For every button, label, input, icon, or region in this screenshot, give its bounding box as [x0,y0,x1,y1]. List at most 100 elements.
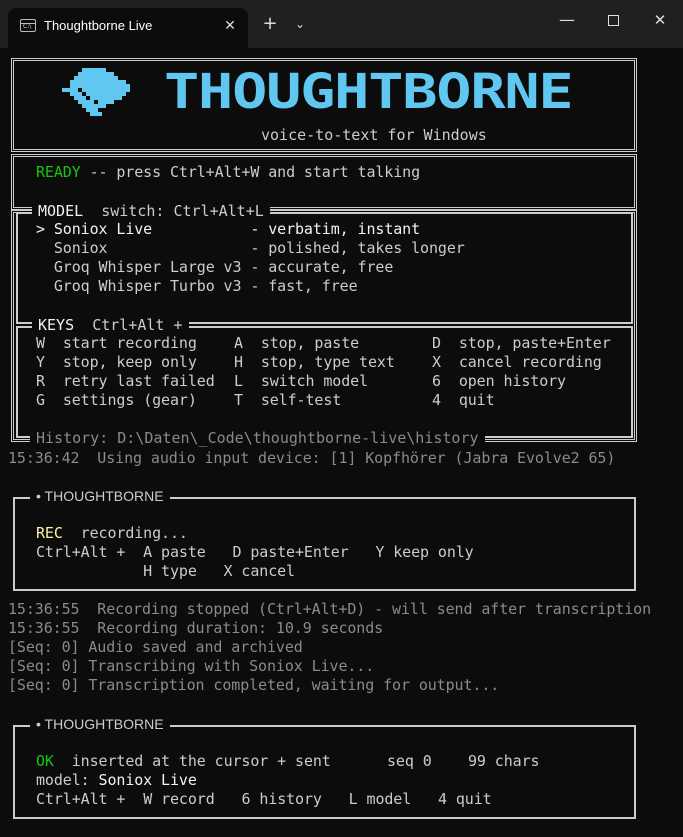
keys-title: KEYS [38,316,75,334]
log-line: 15:36:55 Recording duration: 10.9 second… [8,619,384,637]
ok-shortcut-action: record [161,790,215,808]
model-option-desc: - verbatim, instant [241,220,421,238]
rec-message: recording... [80,524,188,542]
key-binding: D stop, paste+Enter [432,334,611,353]
model-title: MODEL [38,202,84,220]
model-option[interactable]: > Soniox Live - verbatim, instant [36,220,420,239]
log-line: 15:36:55 Recording stopped (Ctrl+Alt+D) … [8,600,652,618]
key-action: stop, type text [260,353,395,371]
history-path: History: D:\Daten\_Code\thoughtborne-liv… [30,429,485,448]
ok-chars: 99 chars [468,752,540,770]
ok-status-line: OK inserted at the cursor + sent [36,752,331,771]
key-action: stop, paste [260,334,360,352]
model-option[interactable]: Soniox - polished, takes longer [36,239,465,258]
model-option-desc: - fast, free [241,277,358,295]
rec-shortcuts-line1: Ctrl+Alt + A paste D paste+Enter Y keep … [36,543,474,561]
ok-shortcut-action: history [259,790,322,808]
tab-close-icon[interactable]: ✕ [220,16,240,36]
ok-shortcut-key: 4 [437,790,447,808]
ok-panel-title: • THOUGHTBORNE [30,715,170,734]
model-option[interactable]: Groq Whisper Turbo v3 - fast, free [36,277,358,296]
rec-status-line: REC recording... [36,524,188,543]
key-letter: 6 [432,372,441,390]
terminal-tab[interactable]: C:\ Thoughtborne Live ✕ [8,8,248,48]
chevron-down-icon[interactable]: ⌄ [288,12,312,36]
rec-panel-title: • THOUGHTBORNE [30,487,170,506]
key-binding: 4 quit [432,391,495,410]
model-legend: MODEL switch: Ctrl+Alt+L [32,202,270,221]
key-letter: Y [36,353,45,371]
title-bar: C:\ Thoughtborne Live ✕ + ⌄ — ✕ [0,0,683,48]
ok-shortcuts-line: Ctrl+Alt + W record 6 history L model 4 … [36,790,492,809]
key-action: stop, paste+Enter [458,334,611,352]
ok-shortcut-action: model [366,790,412,808]
ok-model-line: model: Soniox Live [36,771,197,790]
status-state: READY [36,163,81,181]
model-option-desc: - polished, takes longer [241,239,465,257]
key-letter: A [234,334,243,352]
log-line: [Seq: 0] Audio saved and archived [8,638,303,656]
keys-modifier: Ctrl+Alt + [92,316,183,334]
ok-seq: seq 0 [387,752,432,770]
key-binding: H stop, type text [234,353,395,372]
rec-state: REC [36,524,63,542]
key-action: self-test [260,391,342,409]
tab-title: Thoughtborne Live [44,18,153,33]
model-option-marker [36,239,54,257]
ok-shortcut-key: W [143,790,153,808]
status-message: -- press Ctrl+Alt+W and start talking [80,163,421,181]
ok-shortcut-key: 6 [241,790,251,808]
key-letter: W [36,334,45,352]
model-option-name: Soniox [53,239,242,257]
ok-model-value: Soniox Live [98,771,197,789]
key-letter: T [234,391,243,409]
maximize-icon [607,15,619,26]
banner-title: THOUGHTBORNE [164,64,574,120]
key-binding: R retry last failed [36,372,215,391]
maximize-button[interactable] [590,0,636,40]
rec-shortcuts-line2: H type X cancel [36,562,295,580]
key-action: quit [458,391,495,409]
banner-subtitle: voice-to-text for Windows [261,126,487,144]
key-binding: A stop, paste [234,334,359,353]
status-line: READY -- press Ctrl+Alt+W and start talk… [36,163,420,182]
model-switch-hint: switch: Ctrl+Alt+L [101,202,264,220]
keys-legend: KEYS Ctrl+Alt + [32,316,189,335]
ok-modifier: Ctrl+Alt + [36,790,126,808]
key-action: switch model [260,372,368,390]
key-action: start recording [62,334,197,352]
key-letter: 4 [432,391,441,409]
key-letter: H [234,353,243,371]
terminal-icon: C:\ [20,19,36,32]
model-option-name: Groq Whisper Turbo v3 [53,277,242,295]
logo-icon [62,68,130,116]
key-binding: Y stop, keep only [36,353,197,372]
key-letter: X [432,353,441,371]
ok-shortcut-key: L [348,790,358,808]
model-option-name: Groq Whisper Large v3 [53,258,242,276]
key-action: settings (gear) [62,391,197,409]
model-option-marker [36,277,54,295]
key-letter: L [234,372,243,390]
key-letter: R [36,372,45,390]
key-action: cancel recording [458,353,602,371]
key-letter: G [36,391,45,409]
key-binding: G settings (gear) [36,391,197,410]
model-option[interactable]: Groq Whisper Large v3 - accurate, free [36,258,393,277]
ok-model-label: model: [36,771,90,789]
new-tab-button[interactable]: + [258,12,282,36]
terminal-output[interactable]: THOUGHTBORNE voice-to-text for Windows R… [0,48,683,837]
key-action: stop, keep only [62,353,197,371]
ok-shortcut-action: quit [455,790,492,808]
log-line: [Seq: 0] Transcribing with Soniox Live..… [8,657,375,675]
log-line: [Seq: 0] Transcription completed, waitin… [8,676,500,694]
model-option-marker: > [36,220,54,238]
close-button[interactable]: ✕ [637,0,683,40]
key-binding: T self-test [234,391,341,410]
key-action: open history [458,372,566,390]
ok-message: inserted at the cursor + sent [71,752,331,770]
key-binding: 6 open history [432,372,566,391]
minimize-button[interactable]: — [544,0,590,40]
model-option-name: Soniox Live [53,220,242,238]
key-action: retry last failed [62,372,215,390]
